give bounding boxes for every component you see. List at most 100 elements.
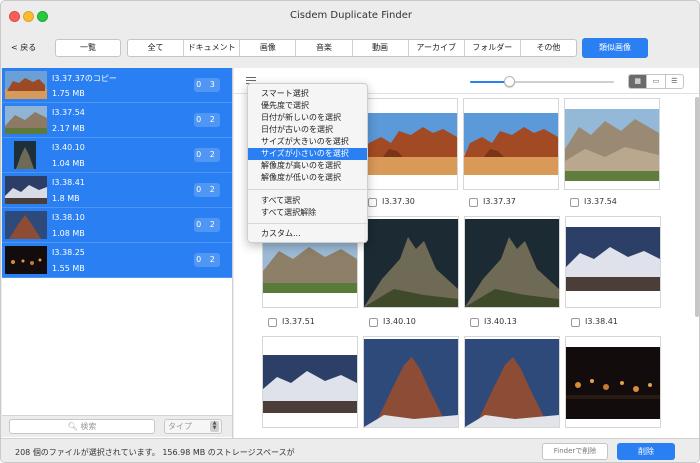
select-checkbox[interactable] bbox=[571, 318, 580, 327]
select-checkbox[interactable] bbox=[369, 318, 378, 327]
count-badge: 0 2 bbox=[194, 148, 220, 162]
menu-item-select-by-priority[interactable]: 優先度で選択 bbox=[248, 100, 367, 112]
menu-item-smart-select[interactable]: スマート選択 bbox=[248, 88, 367, 100]
similar-images-button[interactable]: 類似画像 bbox=[582, 38, 648, 58]
image-card[interactable] bbox=[363, 216, 459, 308]
menu-item-select-highest-resolution[interactable]: 解像度が高いのを選択 bbox=[248, 160, 367, 172]
menu-item-select-lowest-resolution[interactable]: 解像度が低いのを選択 bbox=[248, 172, 367, 184]
count-badge: 0 2 bbox=[194, 218, 220, 232]
list-item[interactable]: I3.40.10 1.04 MB 0 2 bbox=[2, 138, 232, 173]
thumbnail bbox=[5, 141, 47, 169]
thumbnail-size-slider[interactable] bbox=[470, 76, 614, 87]
count-badge: 0 2 bbox=[194, 113, 220, 127]
grid-scrollbar[interactable] bbox=[695, 97, 699, 317]
menu-item-select-newest[interactable]: 日付が新しいのを選択 bbox=[248, 112, 367, 124]
image-card[interactable] bbox=[565, 216, 661, 308]
search-placeholder: 検索 bbox=[80, 422, 97, 431]
list-item[interactable]: I3.38.10 1.08 MB 0 2 bbox=[2, 208, 232, 243]
menu-separator bbox=[248, 189, 367, 190]
category-segmented-control: 全て ドキュメント 画像 音楽 動画 アーカイブ フォルダー その他 bbox=[127, 39, 577, 57]
image-card[interactable] bbox=[464, 216, 560, 308]
list-item[interactable]: I3.38.41 1.8 MB 0 2 bbox=[2, 173, 232, 208]
item-size: 1.08 MB bbox=[52, 229, 85, 238]
image-thumbnail bbox=[364, 219, 458, 307]
sidebar-footer: 🔍︎ 検索 タイプ ▲ ▼ bbox=[2, 415, 233, 437]
minimize-window-button[interactable] bbox=[23, 11, 34, 22]
select-checkbox[interactable] bbox=[469, 198, 478, 207]
image-thumbnail bbox=[464, 113, 558, 175]
thumbnail bbox=[5, 106, 47, 134]
category-archives[interactable]: アーカイブ bbox=[409, 40, 465, 56]
list-item[interactable]: I3.38.25 1.55 MB 0 2 bbox=[2, 243, 232, 278]
list-item[interactable]: I3.37.37のコピー 1.75 MB 0 3 bbox=[2, 68, 232, 103]
item-size: 1.04 MB bbox=[52, 159, 85, 168]
category-images[interactable]: 画像 bbox=[240, 40, 297, 56]
selection-status: 208 個のファイルが選択されています。 156.98 MB のストレージスペー… bbox=[15, 448, 295, 457]
back-button[interactable]: < 戻る bbox=[11, 42, 36, 53]
select-checkbox[interactable] bbox=[570, 198, 579, 207]
search-input[interactable]: 🔍︎ 検索 bbox=[9, 419, 155, 434]
app-window: Cisdem Duplicate Finder < 戻る 一覧 全て ドキュメン… bbox=[0, 0, 700, 463]
image-card[interactable] bbox=[262, 336, 358, 428]
list-view-icon[interactable]: ☰ bbox=[666, 75, 683, 88]
category-documents[interactable]: ドキュメント bbox=[184, 40, 241, 56]
menu-item-deselect-all[interactable]: すべて選択解除 bbox=[248, 207, 367, 219]
category-other[interactable]: その他 bbox=[521, 40, 576, 56]
item-size: 1.8 MB bbox=[52, 194, 80, 203]
menu-item-select-smallest[interactable]: サイズが小さいのを選択 bbox=[248, 148, 367, 160]
category-folders[interactable]: フォルダー bbox=[465, 40, 521, 56]
menu-item-select-oldest[interactable]: 日付が古いのを選択 bbox=[248, 124, 367, 136]
menu-item-select-all[interactable]: すべて選択 bbox=[248, 195, 367, 207]
menu-item-select-largest[interactable]: サイズが大きいのを選択 bbox=[248, 136, 367, 148]
image-thumbnail bbox=[263, 355, 357, 413]
image-thumbnail bbox=[363, 113, 457, 175]
type-select-label: タイプ bbox=[168, 422, 192, 431]
menu-item-custom[interactable]: カスタム... bbox=[248, 228, 367, 240]
category-all[interactable]: 全て bbox=[128, 40, 185, 56]
item-name: I3.40.10 bbox=[52, 143, 85, 152]
item-name: I3.37.37のコピー bbox=[52, 74, 117, 83]
thumbnail bbox=[5, 71, 47, 99]
image-card[interactable] bbox=[565, 336, 661, 428]
select-checkbox[interactable] bbox=[268, 318, 277, 327]
category-video[interactable]: 動画 bbox=[353, 40, 409, 56]
category-music[interactable]: 音楽 bbox=[296, 40, 353, 56]
window-title: Cisdem Duplicate Finder bbox=[290, 10, 412, 21]
maximize-window-button[interactable] bbox=[37, 11, 48, 22]
image-thumbnail bbox=[566, 347, 660, 419]
delete-in-finder-button[interactable]: Finderで削除 bbox=[542, 443, 608, 460]
list-button[interactable]: 一覧 bbox=[55, 39, 121, 57]
image-card[interactable] bbox=[363, 336, 459, 428]
view-mode-buttons: ▦ ▭ ☰ bbox=[628, 74, 684, 89]
item-size: 2.17 MB bbox=[52, 124, 85, 133]
count-badge: 0 2 bbox=[194, 253, 220, 267]
close-window-button[interactable] bbox=[9, 11, 20, 22]
selection-menu: スマート選択 優先度で選択 日付が新しいのを選択 日付が古いのを選択 サイズが大… bbox=[247, 83, 368, 243]
image-thumbnail bbox=[465, 339, 559, 427]
item-name: I3.37.54 bbox=[52, 108, 85, 117]
item-size: 1.75 MB bbox=[52, 89, 85, 98]
image-card[interactable] bbox=[564, 98, 660, 190]
image-thumbnail bbox=[566, 227, 660, 291]
image-card[interactable] bbox=[362, 98, 458, 190]
image-card[interactable] bbox=[463, 98, 559, 190]
image-thumbnail bbox=[465, 219, 559, 307]
menu-separator bbox=[248, 223, 367, 224]
title-bar: Cisdem Duplicate Finder bbox=[1, 1, 699, 29]
slider-knob[interactable] bbox=[503, 76, 515, 87]
filmstrip-view-icon[interactable]: ▭ bbox=[647, 75, 666, 88]
duplicate-group-list: I3.37.37のコピー 1.75 MB 0 3 I3.37.54 2.17 M… bbox=[2, 68, 233, 438]
type-select[interactable]: タイプ ▲ ▼ bbox=[164, 419, 222, 434]
select-checkbox[interactable] bbox=[368, 198, 377, 207]
item-name: I3.38.25 bbox=[52, 248, 85, 257]
select-checkbox[interactable] bbox=[470, 318, 479, 327]
item-size: 1.55 MB bbox=[52, 264, 85, 273]
item-name: I3.38.41 bbox=[52, 178, 85, 187]
toolbar: < 戻る 一覧 全て ドキュメント 画像 音楽 動画 アーカイブ フォルダー そ… bbox=[1, 29, 699, 67]
image-card[interactable] bbox=[464, 336, 560, 428]
list-item[interactable]: I3.37.54 2.17 MB 0 2 bbox=[2, 103, 232, 138]
grid-view-icon[interactable]: ▦ bbox=[629, 75, 648, 88]
delete-button[interactable]: 削除 bbox=[617, 443, 675, 460]
item-name: I3.38.10 bbox=[52, 213, 85, 222]
chevron-updown-icon: ▲ ▼ bbox=[210, 421, 219, 432]
